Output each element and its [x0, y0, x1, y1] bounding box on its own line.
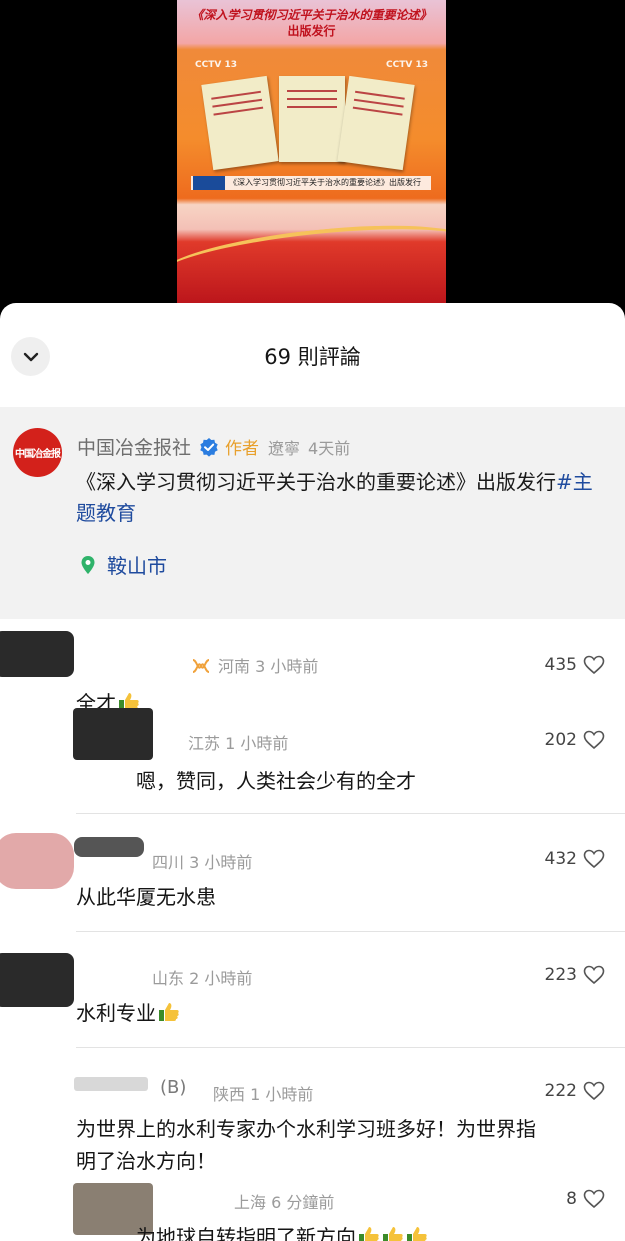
video-subtitle: 出版发行 — [287, 24, 336, 38]
news-banner-text: 《深入学习贯彻习近平关于治水的重要论述》出版发行 — [229, 178, 421, 187]
thumbs-up-icon — [359, 1227, 379, 1241]
like-button[interactable]: 202 — [545, 730, 605, 750]
badge-icon — [192, 659, 210, 673]
like-button[interactable]: 432 — [545, 849, 605, 869]
like-button[interactable]: 223 — [545, 965, 605, 985]
comments-sheet: 69 則評論 中国冶金报 中国冶金报社 作者 遼寧 4天前 《深入学习贯彻习近平… — [0, 303, 625, 1241]
comment-text: 嗯，赞同，人类社会少有的全才 — [136, 769, 416, 793]
cctv-logo: CCTV 13 — [386, 60, 428, 70]
avatar[interactable] — [73, 708, 153, 760]
video-title: 《深入学习贯彻习近平关于治水的重要论述》 — [191, 8, 432, 22]
location-pin-icon — [81, 555, 95, 574]
avatar[interactable] — [0, 953, 74, 1007]
video-frame[interactable]: 《深入学习贯彻习近平关于治水的重要论述》 出版发行 CCTV 13 CCTV 1… — [177, 0, 446, 310]
comment-item: (B) 陕西 1 小時前 为世界上的水利专家办个水利学习班多好！为世界指 明了治… — [0, 1049, 625, 1241]
book-image — [201, 75, 279, 171]
news-banner: 《深入学习贯彻习近平关于治水的重要论述》出版发行 — [191, 176, 431, 190]
comment-text: 为世界上的水利专家办个水利学习班多好！为世界指 — [76, 1117, 536, 1141]
cctv-logo: CCTV 13 — [195, 60, 237, 70]
comment-item: 河南 3 小時前 全才 435 江苏 1 小時前 嗯，赞同，人类社会少有的全才 … — [0, 619, 625, 817]
like-button[interactable]: 435 — [545, 655, 605, 675]
comment-meta: 河南 3 小時前 — [190, 653, 318, 677]
location-tag[interactable]: 鞍山市 — [80, 550, 167, 579]
username-redacted — [74, 1077, 148, 1091]
author-tag: 作者 — [225, 439, 260, 459]
avatar[interactable] — [0, 631, 74, 677]
author-post: 中国冶金报 中国冶金报社 作者 遼寧 4天前 《深入学习贯彻习近平关于治水的重要… — [0, 407, 625, 619]
comment-text-line2: 明了治水方向！ — [76, 1149, 216, 1173]
divider — [76, 1047, 625, 1048]
avatar[interactable] — [0, 833, 74, 889]
like-button[interactable]: 222 — [545, 1081, 605, 1101]
comment-meta: 江苏 1 小時前 — [188, 734, 289, 753]
thumbs-up-icon — [383, 1227, 403, 1241]
comment-meta: 山东 2 小時前 — [152, 969, 253, 988]
book-image — [337, 75, 415, 171]
comment-count: 69 則評論 — [264, 345, 361, 369]
heart-icon — [583, 1081, 605, 1101]
video-player[interactable]: 《深入学习贯彻习近平关于治水的重要论述》 出版发行 CCTV 13 CCTV 1… — [0, 0, 625, 310]
author-name[interactable]: 中国冶金报社 — [77, 433, 191, 460]
heart-icon — [583, 1189, 605, 1209]
post-time: 4天前 — [308, 438, 351, 458]
verified-badge-icon — [200, 437, 218, 457]
decorative-wave — [177, 213, 446, 307]
comment-item: 山东 2 小時前 水利专业 223 — [0, 933, 625, 1049]
avatar[interactable]: 中国冶金报 — [13, 428, 62, 477]
comment-meta: 上海 6 分鐘前 — [234, 1193, 335, 1212]
comment-text: 水利专业 — [76, 997, 180, 1026]
post-meta: 中国冶金报社 作者 遼寧 4天前 — [77, 433, 350, 460]
comment-text: 为地球自转指明了新方向 — [136, 1221, 428, 1241]
thumbs-up-icon — [407, 1227, 427, 1241]
like-button[interactable]: 8 — [566, 1189, 605, 1209]
comment-text: 从此华厦无水患 — [76, 885, 216, 909]
comment-meta: 陕西 1 小時前 — [213, 1085, 314, 1104]
comment-meta: 四川 3 小時前 — [152, 853, 253, 872]
location-name: 鞍山市 — [107, 554, 167, 578]
comment-item: 四川 3 小時前 从此华厦无水患 432 — [0, 817, 625, 933]
heart-icon — [583, 655, 605, 675]
post-text: 《深入学习贯彻习近平关于治水的重要论述》出版发行 — [76, 470, 556, 494]
sheet-header: 69 則評論 — [0, 303, 625, 407]
divider — [76, 813, 625, 814]
book-image — [279, 76, 345, 162]
divider — [76, 931, 625, 932]
news-logo — [193, 176, 225, 190]
post-location: 遼寧 — [268, 438, 301, 458]
username-redacted — [74, 837, 144, 857]
post-body: 《深入学习贯彻习近平关于治水的重要论述》出版发行#主题教育 — [76, 467, 606, 529]
heart-icon — [583, 849, 605, 869]
heart-icon — [583, 730, 605, 750]
thumbs-up-icon — [159, 1003, 179, 1021]
heart-icon — [583, 965, 605, 985]
username-suffix: (B) — [160, 1077, 187, 1098]
